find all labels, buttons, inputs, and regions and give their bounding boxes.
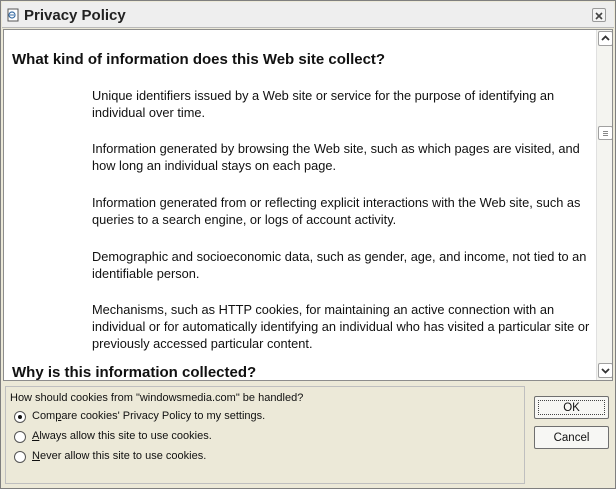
grip-icon (603, 131, 608, 136)
cancel-button[interactable]: Cancel (534, 426, 609, 449)
radio-button[interactable] (14, 411, 26, 423)
radio-button[interactable] (14, 431, 26, 443)
chevron-down-icon[interactable] (598, 363, 612, 378)
ok-button[interactable]: OK (534, 396, 609, 419)
radio-button[interactable] (14, 451, 26, 463)
policy-paragraph: Unique identifiers issued by a Web site … (92, 88, 555, 120)
vertical-scrollbar[interactable] (596, 30, 612, 380)
scroll-thumb[interactable] (598, 126, 612, 140)
radio-label[interactable]: Always allow this site to use cookies. (32, 430, 212, 442)
title-bar: Privacy Policy (2, 2, 614, 28)
dialog-title: Privacy Policy (24, 7, 126, 24)
policy-paragraph: Information generated from or reflecting… (92, 195, 581, 227)
cookie-prompt: How should cookies from "windowsmedia.co… (10, 392, 304, 404)
close-icon[interactable] (592, 8, 606, 22)
radio-label[interactable]: Never allow this site to use cookies. (32, 450, 206, 462)
privacy-policy-dialog: Privacy Policy What kind of information … (0, 0, 616, 489)
section-heading-why: Why is this information collected? (12, 364, 257, 381)
radio-selected-dot (18, 415, 22, 419)
policy-paragraph: Demographic and socioeconomic data, such… (92, 249, 587, 281)
cancel-label: Cancel (553, 431, 590, 444)
focus-rectangle (538, 400, 605, 415)
section-heading-collect: What kind of information does this Web s… (12, 51, 386, 68)
radio-label[interactable]: Compare cookies' Privacy Policy to my se… (32, 410, 265, 422)
privacy-page-icon (6, 8, 20, 22)
chevron-up-icon[interactable] (598, 31, 612, 46)
cookie-handling-group: How should cookies from "windowsmedia.co… (5, 386, 525, 484)
policy-paragraph: Information generated by browsing the We… (92, 141, 580, 173)
policy-content[interactable]: What kind of information does this Web s… (3, 29, 613, 381)
policy-paragraph: Mechanisms, such as HTTP cookies, for ma… (92, 302, 590, 351)
